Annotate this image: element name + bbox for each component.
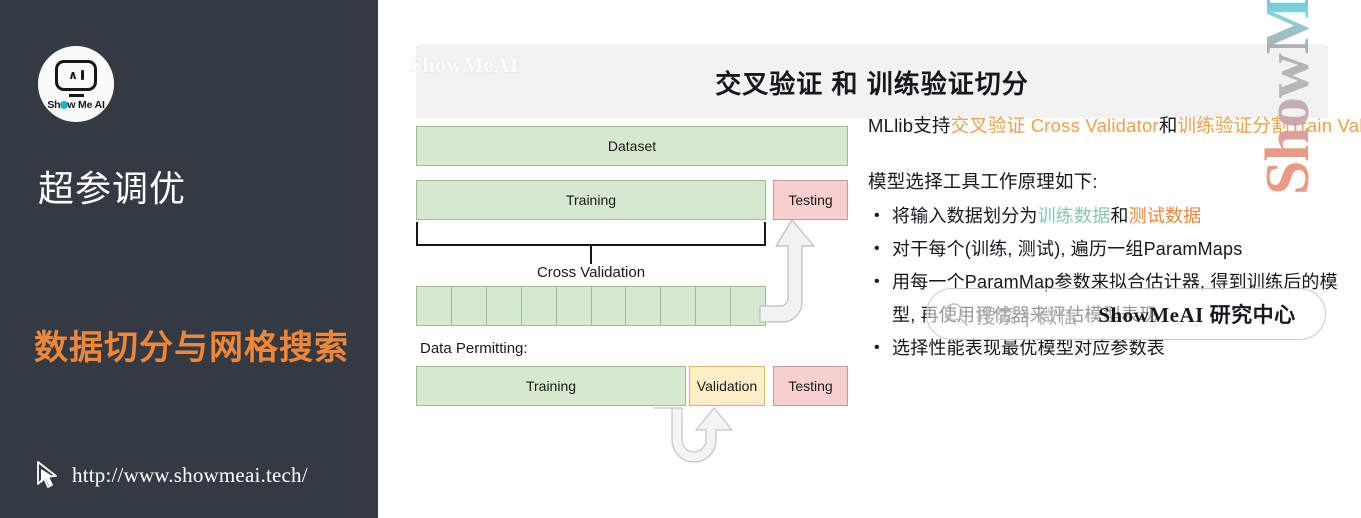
showmeai-logo: ∧ Sh w Me AI: [38, 46, 114, 122]
cross-validation-label: Cross Validation: [536, 264, 646, 281]
fold-cell: [417, 287, 452, 325]
header-watermark-text: ShowMeAI: [410, 52, 519, 77]
cross-validation-diagram: Dataset Training Testing Cross Validatio…: [416, 122, 876, 502]
intro-paragraph: MLlib支持交叉验证 Cross Validator和训练验证分割Train …: [868, 110, 1361, 142]
training-box-bottom: Training: [416, 366, 686, 406]
bullet1-train-highlight: 训练数据: [1037, 206, 1111, 226]
training-box-top: Training: [416, 180, 766, 220]
logo-glyph-i: [80, 70, 84, 80]
fold-cell: [626, 287, 662, 325]
robot-face-icon: ∧: [55, 59, 97, 91]
logo-brand-pre: Sh: [47, 98, 61, 111]
data-permitting-label: Data Permitting:: [420, 340, 528, 357]
page-title: 超参调优: [38, 168, 187, 209]
fold-cell: [452, 287, 487, 325]
watermark-brand-text: ShowMeAI 研究中心: [1098, 303, 1296, 327]
search-box-watermark: 搜索 | 微信 ShowMeAI 研究中心: [926, 288, 1326, 340]
bullet1-mid: 和: [1110, 206, 1129, 226]
logo-brand-post: w Me AI: [67, 98, 105, 111]
fold-cells-row: [416, 286, 766, 326]
list-item: 将输入数据划分为训练数据和测试数据: [868, 199, 1338, 233]
content-panel: 交叉验证 和 训练验证切分 ShowMeAI Dataset Training …: [378, 0, 1361, 518]
u-turn-arrow-icon: [653, 407, 733, 463]
page-subtitle: 数据切分与网格搜索: [34, 329, 349, 367]
fold-cell: [487, 287, 522, 325]
fold-cell: [592, 287, 627, 325]
cross-validation-bracket: [416, 222, 766, 246]
logo-brand-text: Sh w Me AI: [47, 98, 105, 111]
intro-highlight-train-validation-split: 训练验证分割Train Validation Split: [1177, 115, 1361, 136]
logo-glyph-a: ∧: [68, 68, 78, 82]
bullet1-test-highlight: 测试数据: [1128, 206, 1202, 226]
fold-cell: [661, 287, 697, 325]
intro-seg-1: MLlib支持: [868, 115, 951, 136]
left-sidebar-panel: ∧ Sh w Me AI 超参调优 数据切分与网格搜索 http://www.sh…: [0, 0, 378, 518]
search-placeholder-text: 搜索 | 微信: [976, 305, 1080, 328]
cursor-arrow-icon: [37, 461, 57, 488]
content-header-title: 交叉验证 和 训练验证切分: [715, 69, 1029, 99]
footer-url-text[interactable]: http://www.showmeai.tech/: [72, 463, 308, 488]
intro-highlight-cross-validator: 交叉验证 Cross Validator: [950, 115, 1159, 136]
testing-box-top: Testing: [773, 180, 848, 220]
sub-heading: 模型选择工具工作原理如下:: [868, 171, 1098, 192]
testing-box-bottom: Testing: [773, 366, 848, 406]
dataset-box: Dataset: [416, 126, 848, 166]
magnifier-icon: [945, 303, 968, 326]
cross-validation-stem: [590, 246, 592, 264]
fold-cell: [557, 287, 592, 325]
robot-neck-shape: [68, 93, 84, 97]
footer-link-group[interactable]: http://www.showmeai.tech/: [34, 460, 308, 490]
hook-up-arrow-icon: [759, 219, 815, 323]
validation-box: Validation: [689, 366, 765, 406]
fold-cell: [696, 287, 732, 325]
content-header-bar: 交叉验证 和 训练验证切分: [416, 44, 1328, 118]
slide-canvas: ∧ Sh w Me AI 超参调优 数据切分与网格搜索 http://www.sh…: [0, 0, 1361, 518]
fold-cell: [522, 287, 557, 325]
bullet1-pre: 将输入数据划分为: [892, 206, 1038, 226]
intro-seg-3: 和: [1158, 115, 1178, 136]
list-item: 对干每个(训练, 测试), 遍历一组ParamMaps: [868, 232, 1338, 266]
bullet-list: 将输入数据划分为训练数据和测试数据 对干每个(训练, 测试), 遍历一组Para…: [868, 199, 1338, 365]
